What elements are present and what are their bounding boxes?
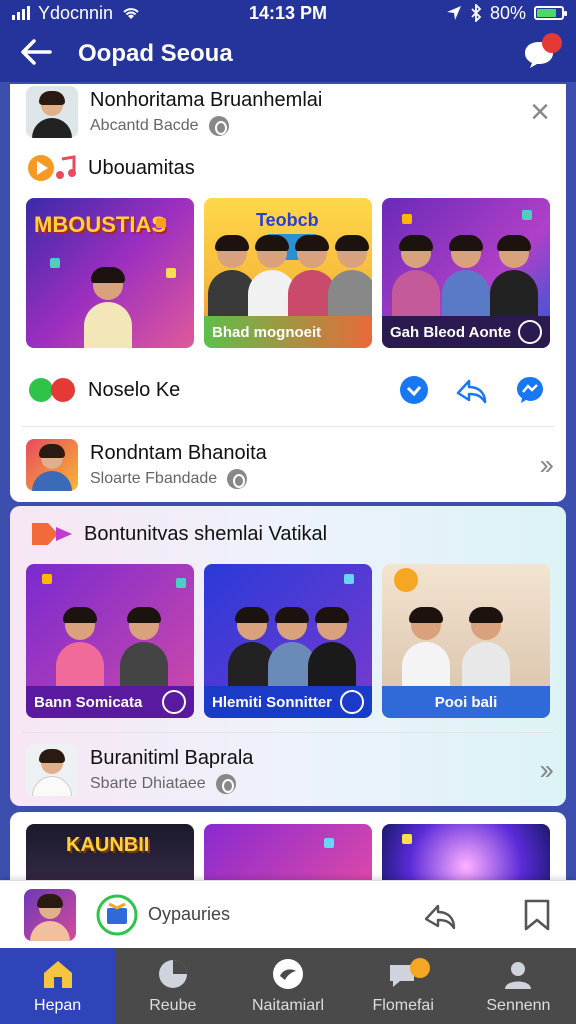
- share-icon: [456, 379, 487, 404]
- globe-icon: [227, 468, 248, 489]
- thumbnail-caption: Gah Bleod Aonte: [390, 323, 512, 341]
- profile-row[interactable]: Nonhoritama Bruanhemlai Abcantd Bacde ×: [10, 84, 566, 140]
- home-icon: [43, 961, 72, 988]
- chat-button[interactable]: [522, 33, 562, 69]
- bottom-action-bar: Oypauries: [0, 880, 576, 948]
- video-play-icon: [32, 523, 72, 545]
- messenger-button[interactable]: [510, 370, 550, 410]
- tab-sennenn[interactable]: Sennenn: [461, 948, 576, 1024]
- pie-chart-icon: [158, 960, 187, 988]
- thumbnail-caption: Bhad mognoeit: [212, 323, 322, 341]
- messenger-icon: [517, 377, 543, 403]
- avatar: [26, 744, 78, 796]
- video-thumbnail[interactable]: Gah Bleod Aonte: [382, 198, 550, 348]
- tab-label: Sennenn: [486, 997, 551, 1014]
- status-bar: Ydocnnin 14:13 PM 80%: [0, 0, 576, 26]
- profile-icon: [505, 962, 532, 989]
- avatar[interactable]: [24, 888, 76, 941]
- tab-label: Hepan: [34, 997, 82, 1014]
- close-icon[interactable]: ×: [530, 95, 550, 129]
- video-thumbnail[interactable]: Pooi bali: [382, 564, 550, 718]
- thumbnail-row: MBOUSTIAS Teobcb Bhad mognoeit Gah Bleod…: [10, 198, 566, 348]
- tab-flomefai[interactable]: Flomefai: [346, 948, 461, 1024]
- video-thumbnail[interactable]: Bann Somicata: [26, 564, 194, 718]
- check-button[interactable]: [394, 370, 434, 410]
- check-circle-icon: [400, 376, 428, 404]
- tab-home[interactable]: Hepan: [0, 948, 116, 1024]
- item-name: Rondntam Bhanoita: [90, 441, 267, 464]
- notification-badge: [542, 33, 562, 53]
- avatar: [26, 86, 78, 138]
- list-item[interactable]: Rondntam Bhanoita Sloarte Fbandade ››: [10, 427, 566, 502]
- profile-name: Nonhoritama Bruanhemlai: [90, 88, 323, 111]
- video-thumbnail[interactable]: MBOUSTIAS: [26, 198, 194, 348]
- video-thumbnail[interactable]: Hlemiti Sonnitter: [204, 564, 372, 718]
- app-logo-icon: [96, 894, 138, 935]
- status-time: 14:13 PM: [248, 2, 328, 23]
- chevron-right-icon[interactable]: ››: [539, 754, 554, 786]
- thumbnail-banner: KAUNBII: [66, 834, 150, 856]
- item-name: Buranitiml Baprala: [90, 746, 254, 769]
- tab-label: Naitamiarl: [252, 997, 325, 1014]
- thumbnail-caption: Bann Somicata: [34, 693, 143, 711]
- notification-dot: [409, 958, 430, 978]
- bottom-bar-label: Oypauries: [148, 904, 231, 924]
- thumbnail-caption: Hlemiti Sonnitter: [212, 693, 333, 711]
- globe-icon: [208, 115, 229, 136]
- reaction-icons: [29, 378, 75, 402]
- app-header: Oopad Seoua: [0, 26, 576, 82]
- list-item[interactable]: Buranitiml Baprala Sbarte Dhiataee ››: [10, 733, 566, 806]
- thumbnail-row: Bann Somicata Hlemiti Sonnitter Pooi bal…: [10, 564, 566, 718]
- page-title: Oopad Seoua: [78, 40, 233, 67]
- avatar: [26, 439, 78, 491]
- tab-label: Reube: [149, 997, 197, 1014]
- actions-label: Noselo Ke: [88, 378, 181, 401]
- section-title: Ubouamitas: [88, 156, 195, 179]
- tab-bar: Hepan Reube Naitamiarl Flomefai Sennenn: [0, 948, 576, 1024]
- tab-label: Flomefai: [372, 997, 434, 1014]
- thumbnail-banner: MBOUSTIAS: [34, 212, 166, 237]
- battery-icon: [534, 6, 567, 20]
- item-subtitle: Sbarte Dhiataee: [90, 774, 206, 792]
- share-button[interactable]: [452, 370, 492, 410]
- actions-row: Noselo Ke: [10, 354, 566, 426]
- video-thumbnail[interactable]: Teobcb Bhad mognoeit: [204, 198, 372, 348]
- feed-card-2: Bontunitvas shemlai Vatikal Bann Somicat…: [10, 506, 566, 806]
- tab-naitamiarl[interactable]: Naitamiarl: [230, 948, 345, 1024]
- bookmark-icon[interactable]: [522, 898, 552, 932]
- share-icon[interactable]: [422, 899, 458, 931]
- back-arrow-icon[interactable]: [20, 38, 52, 71]
- thumbnail-banner: Teobcb: [256, 210, 319, 230]
- chevron-right-icon[interactable]: ››: [539, 449, 554, 481]
- feed-card-1: Nonhoritama Bruanhemlai Abcantd Bacde × …: [10, 84, 566, 502]
- tab-reube[interactable]: Reube: [115, 948, 230, 1024]
- chat-icon: [273, 959, 303, 989]
- play-music-icon: [28, 155, 76, 181]
- item-subtitle: Sloarte Fbandade: [90, 469, 218, 487]
- profile-subtitle: Abcantd Bacde: [90, 116, 199, 134]
- globe-icon: [215, 773, 236, 794]
- section-title: Bontunitvas shemlai Vatikal: [84, 522, 328, 545]
- thumbnail-caption: Pooi bali: [434, 693, 498, 711]
